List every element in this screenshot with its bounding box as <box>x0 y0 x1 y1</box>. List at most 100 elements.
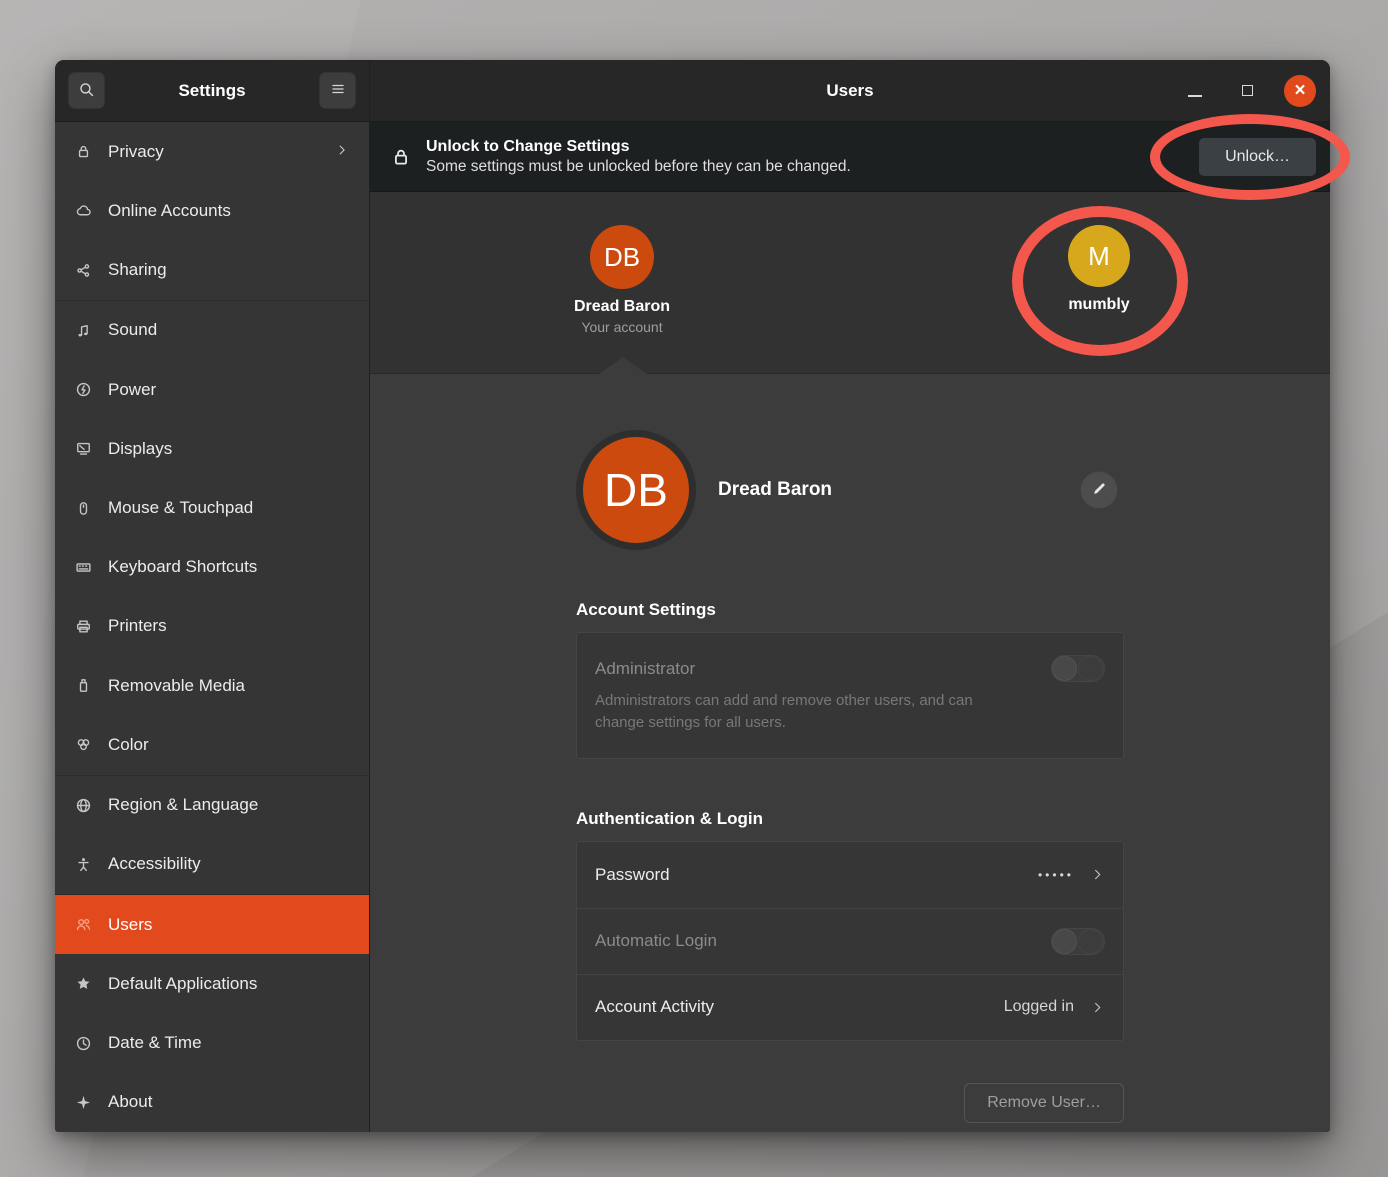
sidebar-item-users[interactable]: Users <box>55 895 369 954</box>
sidebar-item-power[interactable]: Power <box>55 360 369 419</box>
account-settings-card: Administrator Administrators can add and… <box>576 632 1124 759</box>
sidebar-item-privacy[interactable]: Privacy <box>55 122 369 181</box>
profile-row: DB Dread Baron <box>576 430 1124 550</box>
desktop-background: Settings Privacy Online Accounts Sharing So… <box>0 0 1388 1177</box>
maximize-button[interactable] <box>1232 76 1262 106</box>
sidebar-item-region-language[interactable]: Region & Language <box>55 776 369 835</box>
sidebar-item-label: About <box>108 1092 152 1112</box>
avatar[interactable]: DB <box>576 430 696 550</box>
sidebar-title: Settings <box>105 81 319 101</box>
sidebar-item-label: Mouse & Touchpad <box>108 498 253 518</box>
about-icon <box>75 1094 92 1111</box>
sidebar-item-removable-media[interactable]: Removable Media <box>55 656 369 715</box>
sidebar-item-accessibility[interactable]: Accessibility <box>55 835 369 895</box>
sidebar-item-about[interactable]: About <box>55 1073 369 1132</box>
lock-icon <box>390 146 412 168</box>
carousel-user-name: Dread Baron <box>537 298 707 316</box>
main-header: Users × <box>370 60 1330 122</box>
automatic-login-toggle[interactable] <box>1051 928 1105 955</box>
accessibility-icon <box>75 856 92 873</box>
automatic-login-row: Automatic Login <box>577 908 1123 974</box>
sidebar-item-label: Date & Time <box>108 1033 202 1053</box>
sidebar-item-label: Default Applications <box>108 974 257 994</box>
account-activity-value: Logged in <box>1004 998 1074 1016</box>
close-icon: × <box>1294 76 1305 106</box>
administrator-row: Administrator Administrators can add and… <box>577 633 1123 758</box>
share-icon <box>75 262 92 279</box>
pencil-icon <box>1091 480 1108 500</box>
keyboard-icon <box>75 559 92 576</box>
chevron-right-icon <box>1090 867 1105 882</box>
sidebar-item-sharing[interactable]: Sharing <box>55 240 369 300</box>
sidebar-nav: Privacy Online Accounts Sharing Sound Power D… <box>55 122 369 1132</box>
power-icon <box>75 381 92 398</box>
administrator-description: Administrators can add and remove other … <box>595 690 1007 734</box>
chevron-right-icon <box>1090 1000 1105 1015</box>
star-icon <box>75 975 92 992</box>
globe-icon <box>75 797 92 814</box>
unlock-button[interactable]: Unlock… <box>1199 138 1316 176</box>
sidebar-item-color[interactable]: Color <box>55 715 369 775</box>
avatar[interactable]: M <box>1068 225 1130 287</box>
unlock-banner-title: Unlock to Change Settings <box>426 138 851 156</box>
user-carousel: DB Dread Baron Your account Mmumbly <box>370 192 1330 374</box>
account-settings-heading: Account Settings <box>576 600 1124 620</box>
sidebar-item-label: Displays <box>108 439 172 459</box>
display-icon <box>75 440 92 457</box>
sidebar-item-label: Online Accounts <box>108 201 231 221</box>
auth-login-card: Password ••••• Automatic Login <box>576 841 1124 1041</box>
sidebar-item-label: Sharing <box>108 260 167 280</box>
sidebar-header: Settings <box>55 60 369 122</box>
sidebar-item-label: Removable Media <box>108 676 245 696</box>
sidebar-item-label: Accessibility <box>108 854 201 874</box>
sidebar-item-keyboard-shortcuts[interactable]: Keyboard Shortcuts <box>55 538 369 597</box>
hamburger-menu-icon <box>330 81 346 100</box>
minimize-button[interactable] <box>1180 76 1210 106</box>
carousel-user-subtitle: Your account <box>537 319 707 335</box>
menu-button[interactable] <box>319 72 356 109</box>
minimize-icon <box>1188 95 1202 97</box>
sidebar: Settings Privacy Online Accounts Sharing So… <box>55 60 370 1132</box>
selected-user-notch <box>599 357 647 374</box>
lock-icon <box>75 143 92 160</box>
main-pane: Users × Unlock to Change Settings Some s… <box>370 60 1330 1132</box>
sidebar-item-displays[interactable]: Displays <box>55 419 369 478</box>
sidebar-item-date-time[interactable]: Date & Time <box>55 1014 369 1073</box>
remove-user-button[interactable]: Remove User… <box>964 1083 1124 1123</box>
removable-media-icon <box>75 677 92 694</box>
sidebar-item-online-accounts[interactable]: Online Accounts <box>55 181 369 240</box>
chevron-right-icon <box>335 142 349 162</box>
account-activity-row[interactable]: Account Activity Logged in <box>577 974 1123 1040</box>
sidebar-item-label: Region & Language <box>108 795 258 815</box>
avatar[interactable]: DB <box>590 225 654 289</box>
profile-name: Dread Baron <box>718 479 832 501</box>
password-value: ••••• <box>1038 868 1074 882</box>
sidebar-item-label: Keyboard Shortcuts <box>108 557 257 577</box>
window-controls: × <box>1180 75 1330 107</box>
sidebar-item-label: Power <box>108 380 156 400</box>
unlock-banner: Unlock to Change Settings Some settings … <box>370 122 1330 192</box>
sidebar-item-default-applications[interactable]: Default Applications <box>55 954 369 1013</box>
sound-icon <box>75 322 92 339</box>
password-row[interactable]: Password ••••• <box>577 842 1123 908</box>
close-button[interactable]: × <box>1284 75 1316 107</box>
carousel-user-mumbly[interactable]: Mmumbly <box>1014 225 1184 314</box>
color-icon <box>75 736 92 753</box>
edit-name-button[interactable] <box>1080 471 1118 509</box>
sidebar-item-label: Privacy <box>108 142 164 162</box>
automatic-login-label: Automatic Login <box>595 931 717 951</box>
settings-window: Settings Privacy Online Accounts Sharing So… <box>55 60 1330 1132</box>
carousel-user-dread-baron[interactable]: DB Dread Baron Your account <box>537 225 707 335</box>
sidebar-item-label: Sound <box>108 320 157 340</box>
carousel-user-name: mumbly <box>1014 296 1184 314</box>
printer-icon <box>75 618 92 635</box>
account-activity-label: Account Activity <box>595 997 714 1017</box>
users-icon <box>75 916 92 933</box>
sidebar-item-printers[interactable]: Printers <box>55 597 369 656</box>
administrator-toggle[interactable] <box>1051 655 1105 682</box>
search-button[interactable] <box>68 72 105 109</box>
sidebar-item-sound[interactable]: Sound <box>55 301 369 360</box>
sidebar-item-mouse-touchpad[interactable]: Mouse & Touchpad <box>55 478 369 537</box>
password-label: Password <box>595 865 670 885</box>
sidebar-item-label: Printers <box>108 616 167 636</box>
